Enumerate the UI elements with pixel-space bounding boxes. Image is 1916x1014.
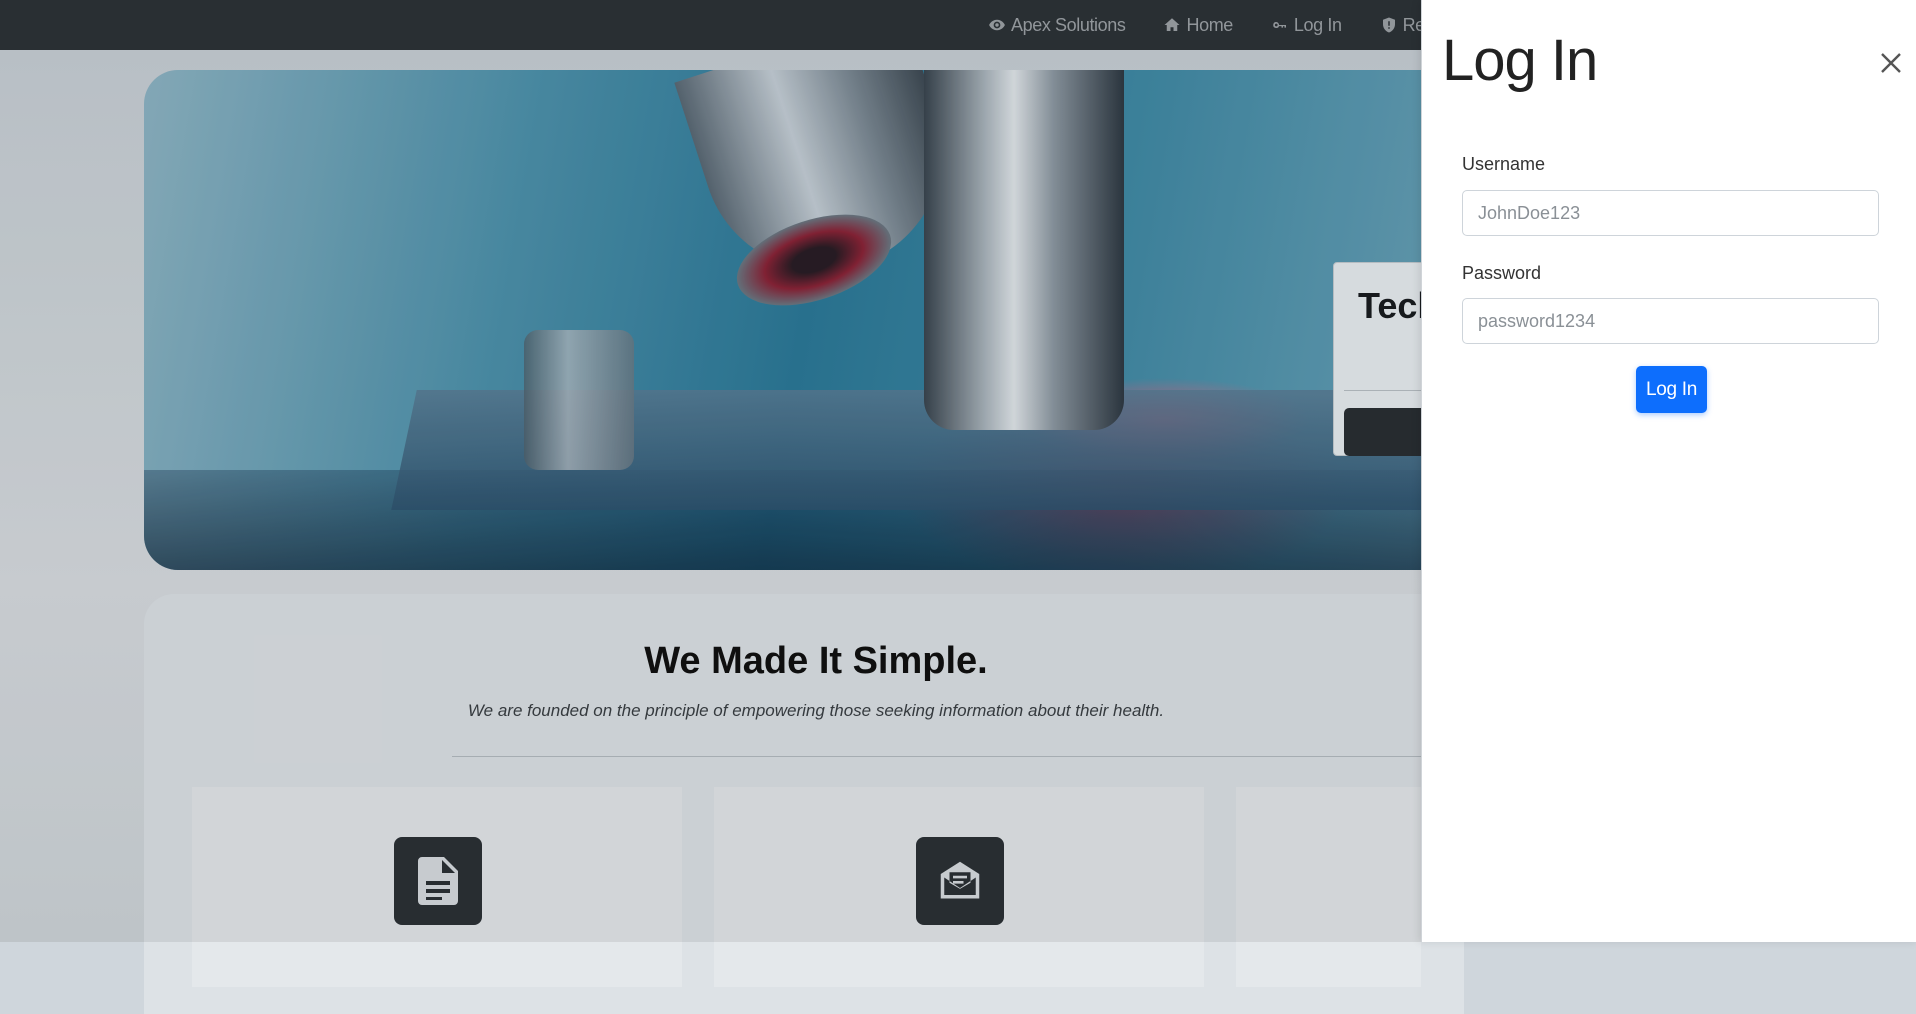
close-drawer-button[interactable] — [1876, 48, 1906, 78]
modal-backdrop[interactable] — [0, 0, 1421, 942]
login-submit-button[interactable]: Log In — [1636, 366, 1707, 413]
username-input[interactable] — [1462, 190, 1879, 236]
password-input[interactable] — [1462, 298, 1879, 344]
login-drawer: Log In Username Password Log In — [1421, 0, 1916, 942]
password-label: Password — [1462, 263, 1542, 283]
username-label: Username — [1462, 154, 1546, 174]
close-icon — [1881, 53, 1901, 73]
drawer-title: Log In — [1442, 28, 1598, 93]
